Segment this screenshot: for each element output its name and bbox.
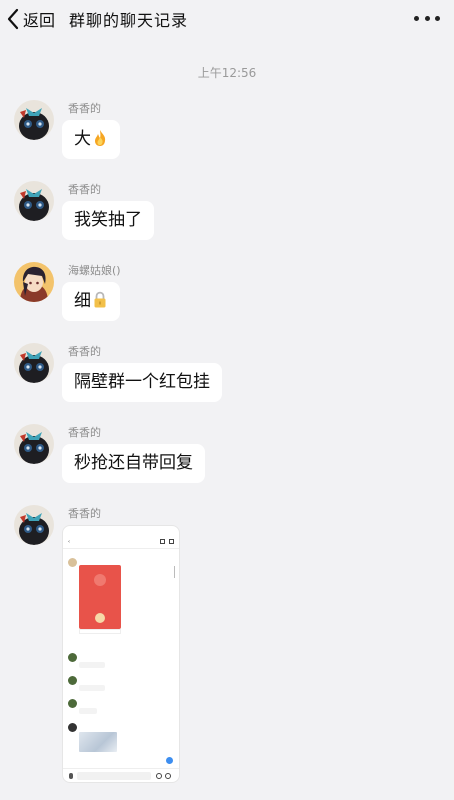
avatar[interactable] (14, 262, 54, 302)
avatar[interactable] (14, 343, 54, 383)
screenshot-image[interactable]: ‹ (62, 525, 180, 783)
message-text: 细 (74, 291, 91, 311)
chevron-left-icon: ‹ (68, 538, 70, 545)
sender-name: 香香的 (68, 102, 101, 115)
avatar[interactable] (14, 505, 54, 545)
lock-icon (94, 291, 106, 308)
message-bubble[interactable]: 隔壁群一个红包挂 (62, 363, 222, 402)
message-bubble[interactable]: 秒抢还自带回复 (62, 444, 205, 483)
sender-name: 香香的 (68, 507, 101, 520)
message-text: 大 (74, 129, 91, 149)
timestamp: 上午12:56 (197, 66, 257, 80)
back-label: 返回 (23, 11, 56, 30)
back-button[interactable]: 返回 (6, 0, 55, 38)
page-title: 群聊的聊天记录 (69, 11, 189, 30)
avatar[interactable] (14, 181, 54, 221)
fire-icon (95, 130, 106, 146)
avatar[interactable] (14, 424, 54, 464)
message-text: 我笑抽了 (74, 210, 142, 230)
message-bubble[interactable]: 大 (62, 120, 120, 159)
message-text: 隔壁群一个红包挂 (74, 372, 210, 392)
red-packet-image (79, 565, 121, 629)
message-bubble[interactable]: 细 (62, 282, 120, 321)
message-text: 秒抢还自带回复 (74, 453, 193, 473)
sender-name: 海螺姑娘() (68, 264, 121, 277)
avatar[interactable] (14, 100, 54, 140)
message-bubble[interactable]: 我笑抽了 (62, 201, 154, 240)
top-bar: 返回 群聊的聊天记录 (0, 0, 454, 38)
chevron-left-icon (7, 8, 19, 30)
sender-name: 香香的 (68, 426, 101, 439)
sender-name: 香香的 (68, 183, 101, 196)
more-options-icon[interactable] (414, 10, 440, 26)
sender-name: 香香的 (68, 345, 101, 358)
